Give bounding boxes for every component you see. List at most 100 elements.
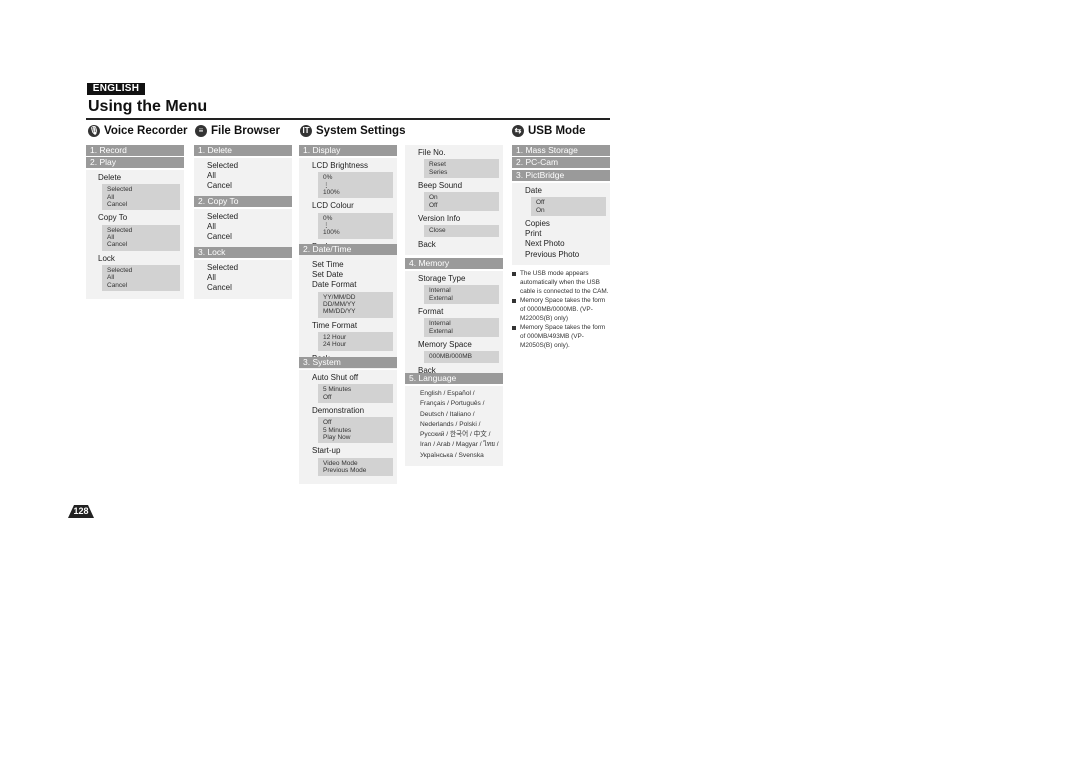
menu-item[interactable]: Back (405, 240, 503, 250)
option[interactable]: ⋮ (323, 222, 388, 229)
menu-item[interactable]: Next Photo (512, 239, 610, 249)
option[interactable]: Cancel (107, 241, 175, 248)
menu-item[interactable]: Format (405, 307, 503, 317)
menu-item[interactable]: Selected (194, 212, 292, 222)
option[interactable]: All (107, 194, 175, 201)
system-settings-section: File No. Reset Series Beep Sound On Off Versio… (405, 145, 503, 255)
menu-bar[interactable]: 2. Copy To (194, 196, 292, 207)
menu-item[interactable]: Memory Space (405, 340, 503, 350)
menu-item[interactable]: Beep Sound (405, 181, 503, 191)
menu-item[interactable]: Selected (194, 161, 292, 171)
option[interactable]: 0% (323, 174, 388, 181)
submenu-panel: Selected All Cancel (194, 209, 292, 248)
menu-item[interactable]: Copies (512, 219, 610, 229)
option[interactable]: 100% (323, 189, 388, 196)
option[interactable]: MM/DD/YY (323, 308, 388, 315)
option[interactable]: 5 Minutes (323, 386, 388, 393)
option[interactable]: YY/MM/DD (323, 294, 388, 301)
menu-bar[interactable]: 2. Date/Time (299, 244, 397, 255)
menu-bar[interactable]: 1. Record (86, 145, 184, 156)
menu-bar[interactable]: 1. Display (299, 145, 397, 156)
menu-item[interactable]: Version Info (405, 214, 503, 224)
language-list-line[interactable]: Nederlands / Polski / (405, 420, 503, 430)
menu-item[interactable]: Print (512, 229, 610, 239)
option[interactable]: Play Now (323, 434, 388, 441)
option[interactable]: On (429, 194, 494, 201)
option[interactable]: 100% (323, 229, 388, 236)
menu-item[interactable]: LCD Colour (299, 201, 397, 211)
option[interactable]: 24 Hour (323, 341, 388, 348)
menu-item[interactable]: Auto Shut off (299, 373, 397, 383)
option[interactable]: All (107, 274, 175, 281)
menu-bar[interactable]: 4. Memory (405, 258, 503, 269)
option[interactable]: DD/MM/YY (323, 301, 388, 308)
menu-bar[interactable]: 1. Mass Storage (512, 145, 610, 156)
option[interactable]: 000MB/000MB (429, 353, 494, 360)
menu-item[interactable]: All (194, 273, 292, 283)
menu-item[interactable]: Set Time (299, 260, 397, 270)
language-list-line[interactable]: English / Español / (405, 389, 503, 399)
menu-bar[interactable]: 3. PictBridge (512, 170, 610, 181)
menu-bar[interactable]: 5. Language (405, 373, 503, 384)
option[interactable]: Previous Mode (323, 467, 388, 474)
option[interactable]: Series (429, 169, 494, 176)
menu-item[interactable]: Selected (194, 263, 292, 273)
option[interactable]: Cancel (107, 201, 175, 208)
menu-item[interactable]: Cancel (194, 283, 292, 293)
option[interactable]: Video Mode (323, 460, 388, 467)
menu-item[interactable]: Cancel (194, 232, 292, 242)
menu-item[interactable]: Time Format (299, 321, 397, 331)
menu-item[interactable]: Cancel (194, 181, 292, 191)
option[interactable]: 5 Minutes (323, 427, 388, 434)
menu-item[interactable]: All (194, 171, 292, 181)
system-settings-heading: IT System Settings (300, 125, 405, 137)
voice-recorder-section: 2. Play Delete Selected All Cancel Copy To Sel… (86, 157, 184, 300)
option[interactable]: ⋮ (323, 182, 388, 189)
menu-item[interactable]: Lock (86, 254, 184, 264)
option[interactable]: Internal (429, 287, 494, 294)
language-list-line[interactable]: Iran / Arab / Magyar / ไทย / (405, 440, 503, 450)
menu-item[interactable]: All (194, 222, 292, 232)
menu-item[interactable]: Start-up (299, 446, 397, 456)
language-list-line[interactable]: Français / Português / (405, 399, 503, 409)
menu-bar[interactable]: 3. Lock (194, 247, 292, 258)
menu-item[interactable]: LCD Brightness (299, 161, 397, 171)
options-box: Close (424, 225, 499, 237)
menu-item[interactable]: Copy To (86, 213, 184, 223)
menu-item[interactable]: Set Date (299, 270, 397, 280)
menu-bar[interactable]: 3. System (299, 357, 397, 368)
option[interactable]: Off (536, 199, 601, 206)
option[interactable]: 0% (323, 215, 388, 222)
option[interactable]: 12 Hour (323, 334, 388, 341)
menu-item[interactable]: Demonstration (299, 406, 397, 416)
menu-item[interactable]: Storage Type (405, 274, 503, 284)
menu-item[interactable]: Date (512, 186, 610, 196)
menu-item[interactable]: Delete (86, 173, 184, 183)
menu-bar[interactable]: 1. Delete (194, 145, 292, 156)
menu-item[interactable]: Date Format (299, 280, 397, 290)
page-number: 128 (68, 505, 94, 518)
option[interactable]: Close (429, 227, 494, 234)
option[interactable]: Selected (107, 227, 175, 234)
menu-bar[interactable]: 2. Play (86, 157, 184, 168)
menu-bar[interactable]: 2. PC-Cam (512, 157, 610, 168)
option[interactable]: Internal (429, 320, 494, 327)
option[interactable]: Off (323, 419, 388, 426)
language-list-line[interactable]: Русский / 한국어 / 中文 / (405, 430, 503, 440)
option[interactable]: Reset (429, 161, 494, 168)
option[interactable]: Selected (107, 267, 175, 274)
option[interactable]: Off (323, 394, 388, 401)
option[interactable]: All (107, 234, 175, 241)
language-list-line[interactable]: Deutsch / Italiano / (405, 410, 503, 420)
option[interactable]: Cancel (107, 282, 175, 289)
option[interactable]: Selected (107, 186, 175, 193)
language-badge: ENGLISH (87, 83, 145, 95)
option[interactable]: Off (429, 202, 494, 209)
menu-item[interactable]: File No. (405, 148, 503, 158)
menu-item[interactable]: Previous Photo (512, 250, 610, 260)
option[interactable]: On (536, 207, 601, 214)
option[interactable]: External (429, 295, 494, 302)
language-list-line[interactable]: Українська / Svenska (405, 451, 503, 461)
submenu-panel: Selected All Cancel (194, 260, 292, 299)
option[interactable]: External (429, 328, 494, 335)
